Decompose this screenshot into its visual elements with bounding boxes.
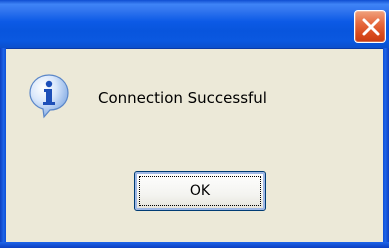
message-dialog: Connection Successful OK <box>0 0 389 248</box>
ok-button[interactable]: OK <box>134 171 266 211</box>
title-bar[interactable] <box>0 0 389 49</box>
close-button[interactable] <box>354 10 386 43</box>
message-text: Connection Successful <box>98 89 267 107</box>
ok-button-label: OK <box>139 176 261 206</box>
info-icon <box>29 74 69 119</box>
close-icon <box>362 18 380 36</box>
window-border-bottom <box>0 242 389 248</box>
window-border-right <box>383 48 389 248</box>
